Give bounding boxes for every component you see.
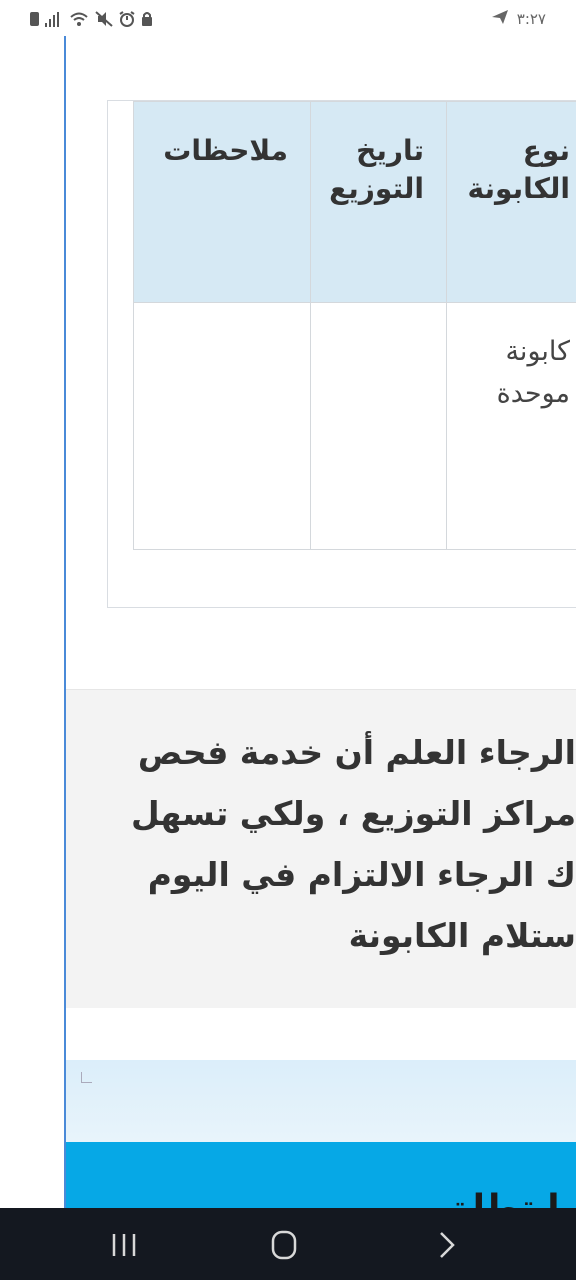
notice-text: الرجاء العلم أن خدمة فحص مراكز التوزيع ،… <box>66 722 576 966</box>
recent-apps-button[interactable] <box>104 1228 144 1262</box>
page-left-border <box>64 36 66 1211</box>
table-row: كابونة موحدة <box>133 302 576 550</box>
lock-icon <box>141 11 153 27</box>
clock-time: ٣:٢٧ <box>516 10 546 28</box>
send-icon <box>491 9 509 29</box>
cell-distribution-date <box>310 302 447 550</box>
table-footer-row <box>133 549 576 606</box>
home-button[interactable] <box>264 1228 304 1262</box>
image-banner <box>66 1060 576 1142</box>
notice-line: مراكز التوزيع ، ولكي تسهل <box>131 794 576 833</box>
mute-icon <box>95 11 113 27</box>
cell-notes <box>133 302 311 550</box>
header-notes: ملاحظات <box>133 101 311 303</box>
notice-line: الرجاء العلم أن خدمة فحص <box>137 733 576 772</box>
back-button[interactable] <box>426 1228 466 1262</box>
navigation-bar <box>0 1208 576 1280</box>
recent-apps-icon <box>112 1234 136 1256</box>
wifi-icon <box>69 11 89 27</box>
blue-section: وا تطلق <box>66 1142 576 1212</box>
cell-coupon-type: كابونة موحدة <box>446 302 576 550</box>
coupon-table: نوع الكابونة تاريخ التوزيع ملاحظات كابون… <box>107 100 576 608</box>
table-footer-cell <box>133 549 576 606</box>
notice-line: ك الرجاء الالتزام في اليوم <box>147 855 576 894</box>
notice-box: الرجاء العلم أن خدمة فحص مراكز التوزيع ،… <box>66 689 576 1008</box>
battery-icon <box>30 12 39 26</box>
header-distribution-date: تاريخ التوزيع <box>310 101 447 303</box>
back-icon <box>440 1232 455 1258</box>
signal-icon <box>45 11 63 27</box>
broken-image-icon <box>81 1072 92 1083</box>
alarm-icon <box>119 11 135 27</box>
notice-line: ستلام الكابونة <box>348 916 576 955</box>
status-bar: ٣:٢٧ <box>0 0 576 40</box>
header-coupon-type: نوع الكابونة <box>446 101 576 303</box>
home-icon <box>271 1230 297 1260</box>
table-header-row: نوع الكابونة تاريخ التوزيع ملاحظات <box>133 101 576 303</box>
